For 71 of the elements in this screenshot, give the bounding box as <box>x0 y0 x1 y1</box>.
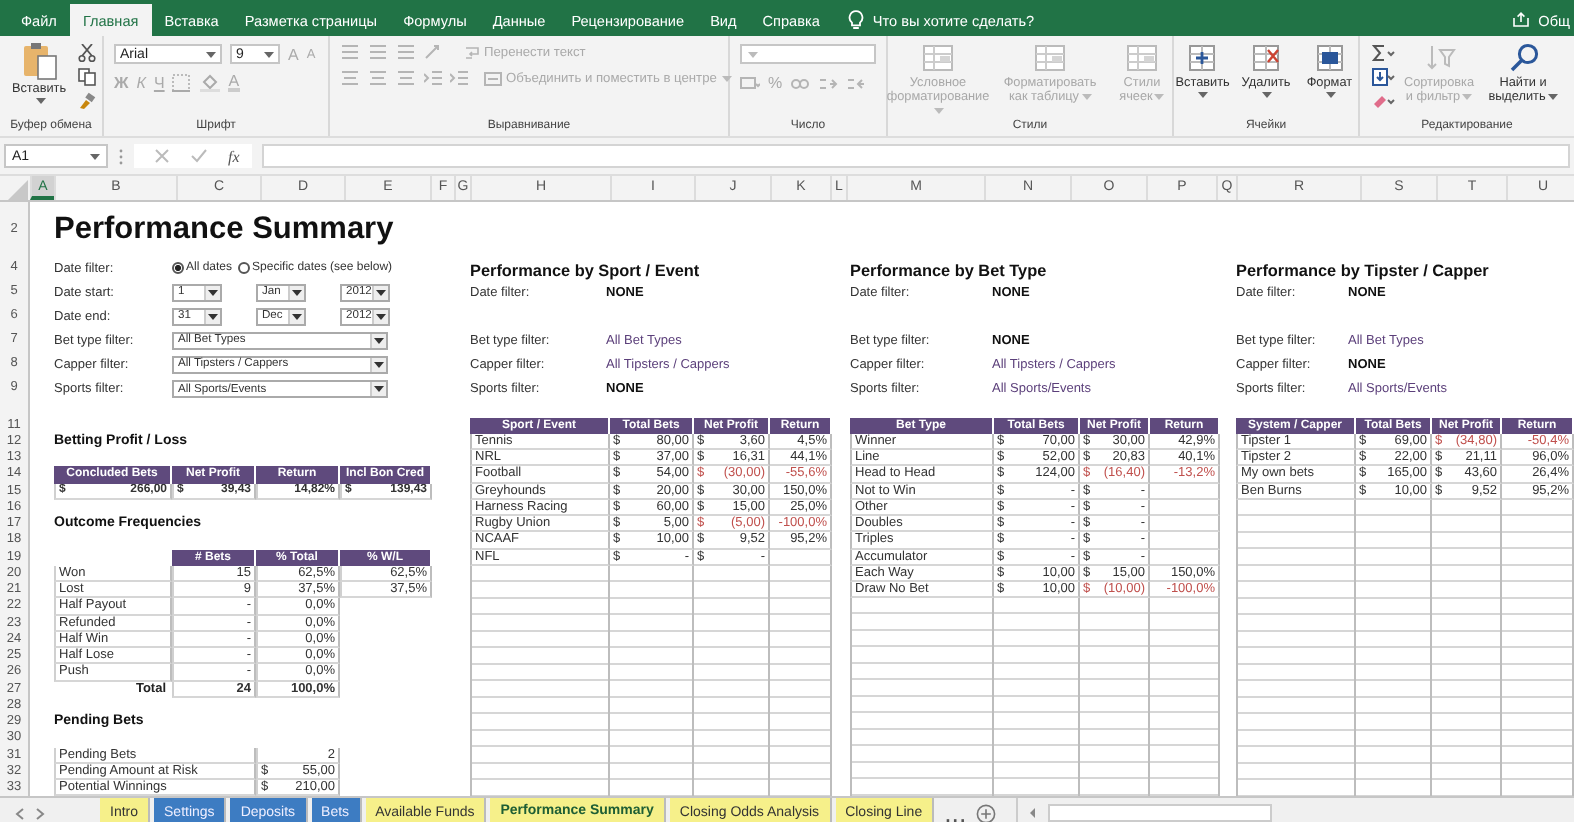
dropdown-arrow-icon <box>372 309 388 324</box>
enter-icon[interactable] <box>190 148 208 164</box>
comma-style-icon[interactable] <box>790 75 811 91</box>
dropdown-arrow-icon <box>288 285 304 300</box>
previous-sheet-icon[interactable] <box>12 805 28 822</box>
scroll-left-icon[interactable] <box>1026 806 1041 821</box>
eraser-icon[interactable] <box>1371 92 1395 110</box>
more-sheets-button[interactable]: ... <box>938 798 973 822</box>
caret-icon <box>206 51 216 57</box>
caret-icon <box>1262 92 1272 98</box>
empty-cell <box>1150 483 1220 500</box>
cells-icon <box>1313 42 1346 74</box>
empty-cell <box>1150 499 1220 517</box>
next-sheet-icon[interactable] <box>32 805 48 822</box>
table-style-icon <box>1034 42 1066 74</box>
caret-icon <box>1198 92 1209 98</box>
drag-handle-icon[interactable] <box>118 147 124 165</box>
merge-icon <box>484 71 502 85</box>
borders-icon[interactable] <box>172 74 193 92</box>
sort-filter-icon <box>1423 42 1455 74</box>
caret-icon <box>748 51 758 57</box>
caret-icon <box>1325 92 1336 98</box>
sheet-title: Performance Summary <box>54 211 394 247</box>
empty-cell <box>1150 516 1220 533</box>
caret-icon <box>35 98 45 104</box>
sum-icon[interactable] <box>1371 44 1395 62</box>
dropdown-arrow-icon <box>204 309 220 324</box>
currency-icon[interactable] <box>740 75 760 91</box>
empty-cell <box>1150 532 1220 550</box>
radio-button[interactable] <box>172 262 184 275</box>
dropdown-arrow-icon <box>370 333 386 348</box>
share-icon <box>1512 12 1531 28</box>
empty-cell <box>1150 549 1220 566</box>
scissors-icon[interactable] <box>77 44 95 62</box>
insert-function-button[interactable]: fx <box>228 147 240 165</box>
caret-icon <box>722 75 733 81</box>
table-style-icon <box>1126 42 1158 74</box>
caret-icon <box>1081 93 1091 100</box>
clipboard-icon <box>21 42 57 80</box>
copy-icon[interactable] <box>77 68 95 86</box>
section-title: Performance by Bet Type <box>850 262 1047 281</box>
cells-icon <box>1250 42 1282 74</box>
formula-field[interactable] <box>261 144 1570 168</box>
decimal-icon[interactable] <box>846 75 867 91</box>
number-format-field[interactable] <box>740 44 876 64</box>
dropdown-arrow-icon <box>204 285 220 300</box>
fill-color-icon[interactable] <box>200 74 221 92</box>
table-style-icon <box>922 42 954 74</box>
radio-button[interactable] <box>238 262 251 275</box>
search-icon <box>1507 42 1539 74</box>
caret-icon <box>264 51 274 57</box>
section-title: Performance by Tipster / Capper <box>1236 262 1489 281</box>
section-title: Performance by Sport / Event <box>470 262 700 281</box>
scroll-thumb[interactable] <box>1048 804 1273 822</box>
cancel-icon[interactable] <box>154 148 170 164</box>
caret-icon <box>1154 93 1165 100</box>
fill-down-icon[interactable] <box>1371 68 1395 86</box>
lightbulb-icon <box>848 10 865 30</box>
dropdown-arrow-icon <box>370 357 386 372</box>
add-sheet-icon[interactable] <box>976 803 997 822</box>
caret-icon <box>90 153 100 159</box>
caret-icon <box>1547 93 1558 100</box>
dropdown-arrow-icon <box>370 382 386 397</box>
dropdown-arrow-icon <box>372 285 388 300</box>
caret-icon <box>934 107 944 114</box>
decimal-icon[interactable] <box>818 75 839 91</box>
cells-icon <box>1186 42 1219 74</box>
wrap-icon <box>464 45 480 59</box>
caret-icon <box>1462 93 1473 100</box>
brush-icon[interactable] <box>77 92 95 110</box>
dropdown-arrow-icon <box>288 309 304 324</box>
